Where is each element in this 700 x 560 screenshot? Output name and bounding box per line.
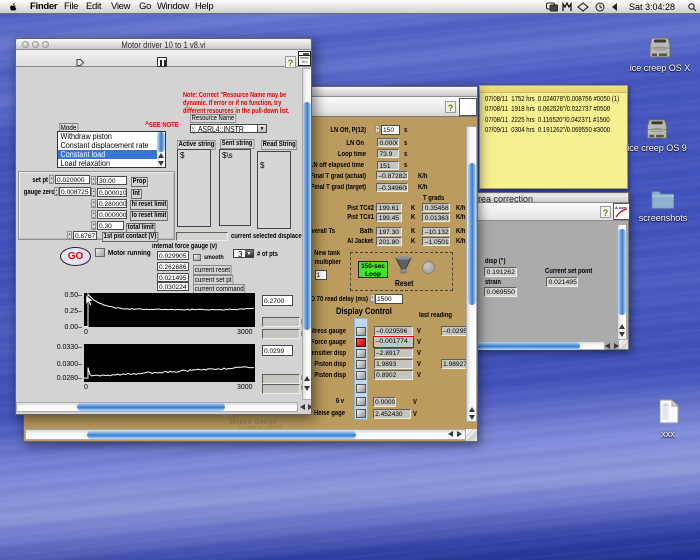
svg-text:O: O — [192, 130, 196, 135]
